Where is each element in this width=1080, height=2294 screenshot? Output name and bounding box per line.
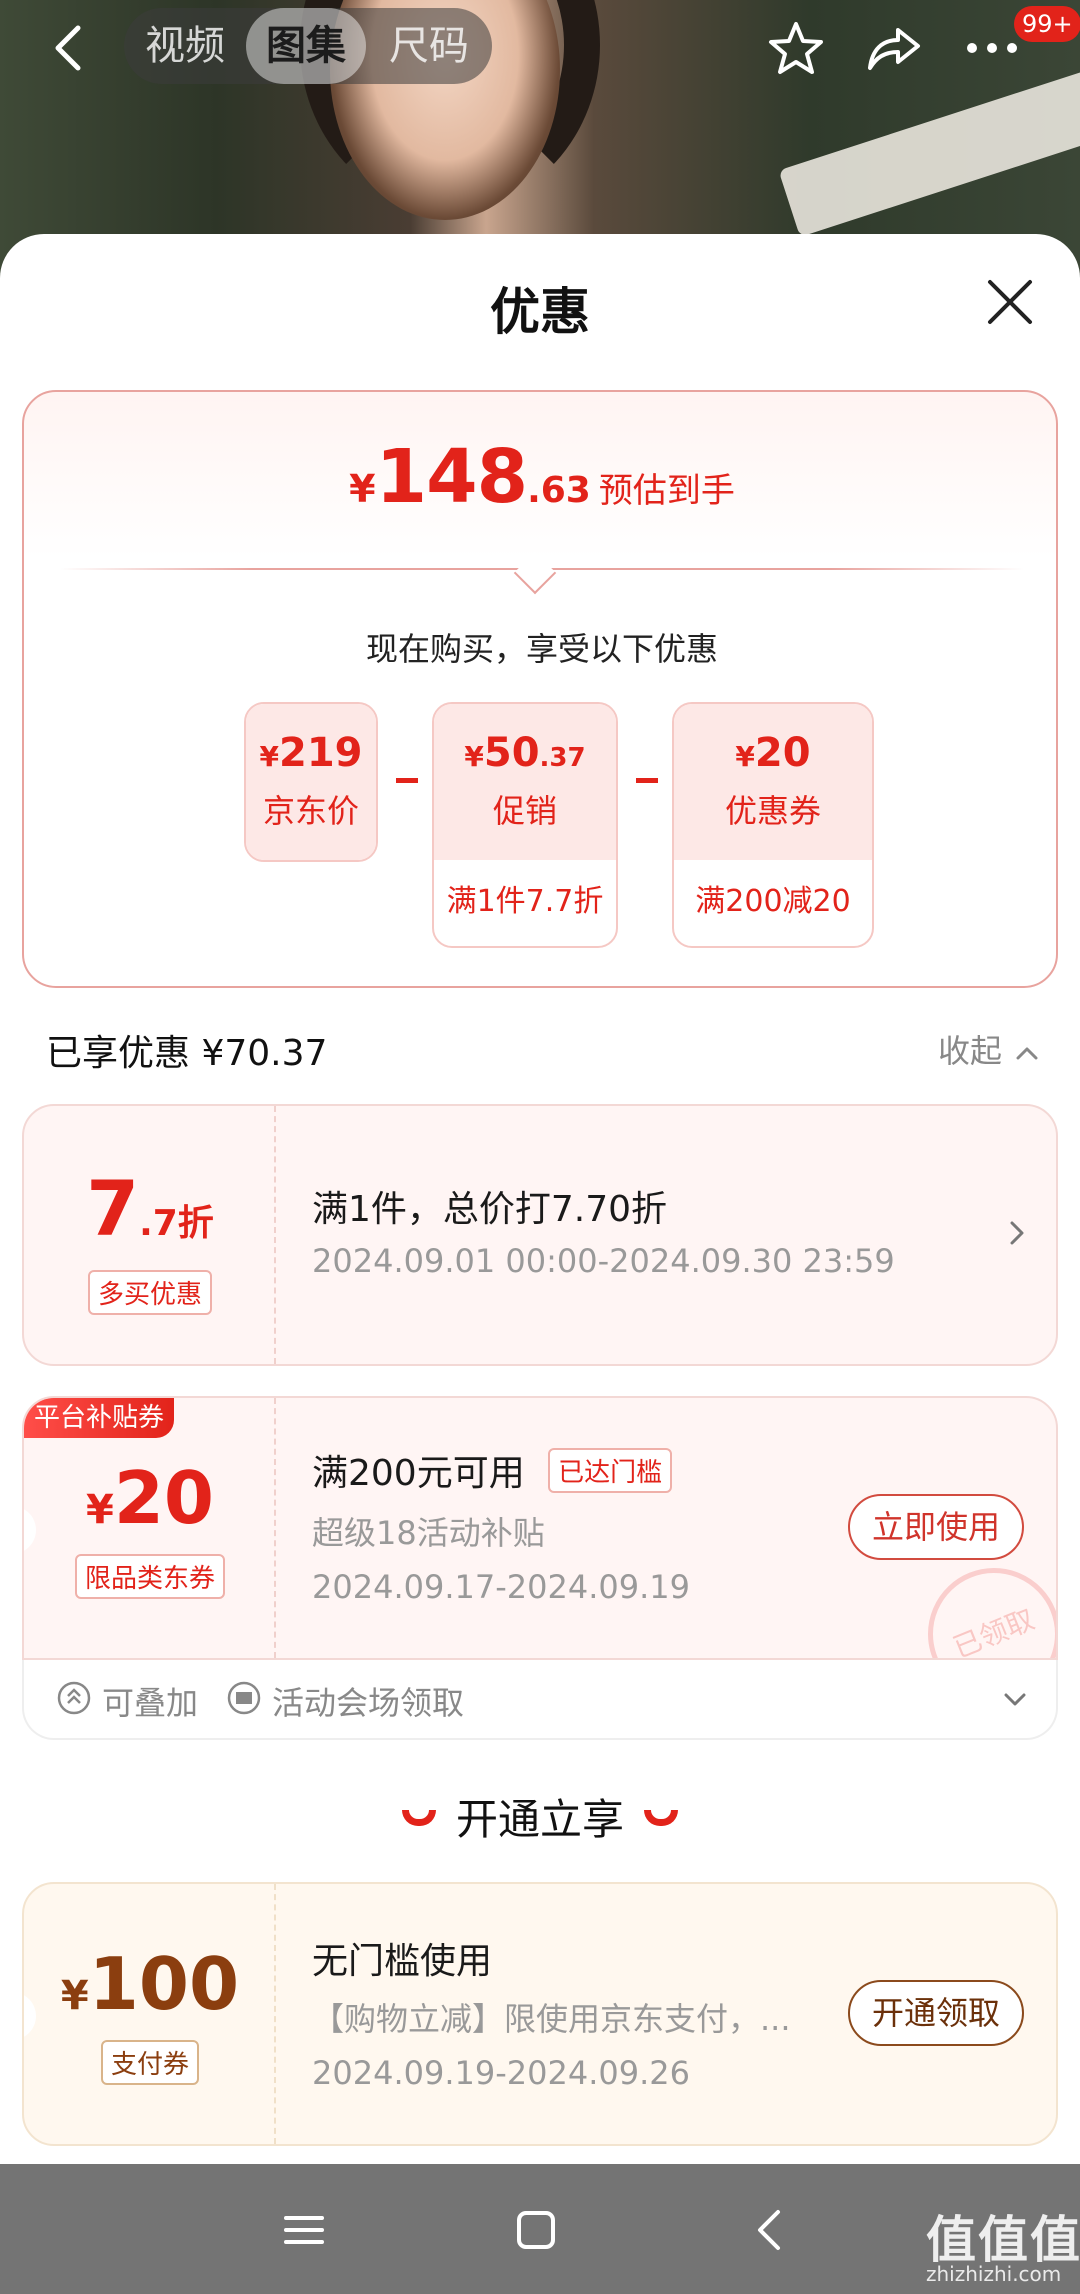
stackable-label: 可叠加 — [102, 1684, 199, 1722]
pay-coupon-period: 2024.09.19-2024.09.26 — [312, 2054, 690, 2092]
promotion-box: ¥50.37 促销 满1件7.7折 — [432, 702, 618, 948]
jd-price-box: ¥219 京东价 — [244, 702, 378, 862]
estimated-price: ¥148.63 预估到手 — [24, 434, 1060, 520]
buy-now-intro: 现在购买，享受以下优惠 — [365, 630, 718, 668]
notification-badge: 99+ — [1014, 6, 1080, 42]
multi-buy-card[interactable]: 7.7折 多买优惠 满1件，总价打7.70折 2024.09.01 00:00-… — [22, 1104, 1058, 1366]
breakdown-name: 促销 — [492, 792, 557, 830]
back-nav-icon[interactable] — [740, 2200, 800, 2260]
discount-main: 7 — [86, 1164, 140, 1253]
system-nav-bar — [0, 2164, 1080, 2294]
collapse-button[interactable]: 收起 — [938, 1026, 1002, 1072]
stackable-icon — [56, 1680, 92, 1716]
minus-sign — [396, 778, 418, 783]
discount-rest: .7折 — [139, 1203, 214, 1244]
top-nav: 视频 图集 尺码 99+ — [0, 0, 1080, 96]
price-integer: 148 — [375, 434, 528, 520]
tab-video[interactable]: 视频 — [134, 8, 236, 84]
menu-icon[interactable] — [274, 2200, 334, 2260]
coupon-tag: 限品类东券 — [74, 1554, 225, 1599]
coupon-source: 超级18活动补贴 — [312, 1514, 545, 1552]
breakdown-amount: 50 — [483, 730, 540, 776]
pay-coupon-title: 无门槛使用 — [312, 1941, 493, 1982]
ticket-icon — [226, 1680, 262, 1716]
price-summary: ¥148.63 预估到手 现在购买，享受以下优惠 ¥219 京东价 ¥50.37 … — [22, 390, 1058, 988]
pay-coupon-tag: 支付券 — [100, 2040, 199, 2085]
coupon-title: 满200元可用 — [312, 1453, 525, 1494]
currency-symbol: ¥ — [259, 740, 279, 773]
channel-label: 活动会场领取 — [272, 1684, 465, 1722]
breakdown-condition: 满200减20 — [695, 884, 851, 919]
price-decimal: .63 — [527, 470, 591, 511]
activate-claim-button[interactable]: 开通领取 — [848, 1980, 1024, 2046]
chevron-up-icon[interactable] — [1014, 1040, 1040, 1066]
breakdown-name: 京东价 — [262, 792, 359, 830]
breakdown-condition: 满1件7.7折 — [446, 884, 604, 919]
promo-tag: 多买优惠 — [87, 1270, 212, 1315]
breakdown-name: 优惠券 — [724, 792, 821, 830]
breakdown-amount: 219 — [278, 730, 363, 776]
open-section-title: 开通立享 — [455, 1795, 624, 1844]
coupon-value: ¥20 — [24, 1456, 276, 1540]
use-now-button[interactable]: 立即使用 — [848, 1494, 1024, 1560]
divider-notch — [513, 551, 557, 595]
coupon-footer[interactable]: 可叠加 活动会场领取 — [22, 1660, 1058, 1740]
card-left: ¥100 支付券 — [24, 1884, 276, 2144]
close-icon[interactable] — [982, 274, 1038, 330]
home-icon[interactable] — [506, 2200, 566, 2260]
promo-title: 满1件，总价打7.70折 — [312, 1189, 668, 1230]
discount-sheet: 优惠 ¥148.63 预估到手 现在购买，享受以下优惠 ¥219 京东价 ¥50.… — [0, 234, 1080, 2164]
currency-symbol: ¥ — [349, 467, 376, 511]
card-left: ¥20 限品类东券 — [24, 1398, 276, 1658]
back-icon[interactable] — [40, 18, 100, 78]
coupon-period: 2024.09.17-2024.09.19 — [312, 1568, 690, 1606]
promo-period: 2024.09.01 00:00-2024.09.30 23:59 — [312, 1242, 895, 1280]
sheet-title: 优惠 — [490, 283, 590, 341]
pay-coupon-card[interactable]: ¥100 支付券 无门槛使用 【购物立减】限使用京东支付，... 2024.09… — [22, 1882, 1058, 2146]
coupon-amount: 20 — [113, 1456, 215, 1540]
pay-coupon-amount: 100 — [88, 1942, 240, 2026]
tab-size[interactable]: 尺码 — [378, 8, 480, 84]
breakdown-amount: 20 — [754, 730, 811, 776]
discount-value: 7.7折 — [24, 1164, 276, 1253]
claimed-stamp: 已领取 — [908, 1548, 1056, 1658]
platform-coupon-card[interactable]: 平台补贴券 ¥20 限品类东券 满200元可用 已达门槛 超级18活动补贴 20… — [22, 1396, 1058, 1660]
currency-symbol: ¥ — [735, 740, 755, 773]
star-icon[interactable] — [764, 16, 828, 80]
currency-symbol: ¥ — [60, 1973, 89, 2019]
price-label: 预估到手 — [598, 471, 735, 511]
currency-symbol: ¥ — [464, 740, 484, 773]
currency-symbol: ¥ — [85, 1487, 114, 1533]
breakdown-amount-decimal: .37 — [539, 743, 586, 773]
site-watermark-domain: zhizhizhi.com — [926, 2262, 1062, 2286]
pay-coupon-desc: 【购物立减】限使用京东支付，... — [312, 2000, 791, 2038]
coupon-title-row: 满200元可用 已达门槛 — [312, 1444, 673, 1496]
threshold-reached-badge: 已达门槛 — [548, 1448, 673, 1493]
enjoyed-total: 已享优惠 ¥70.37 — [46, 1033, 328, 1074]
pay-coupon-value: ¥100 — [24, 1942, 276, 2026]
chevron-down-icon[interactable] — [1000, 1684, 1030, 1714]
minus-sign — [636, 778, 658, 783]
coupon-box: ¥20 优惠券 满200减20 — [672, 702, 874, 948]
card-left: 7.7折 多买优惠 — [24, 1106, 276, 1364]
chevron-right-icon[interactable] — [1002, 1218, 1032, 1248]
tab-gallery[interactable]: 图集 — [246, 8, 366, 84]
share-icon[interactable] — [862, 16, 926, 80]
